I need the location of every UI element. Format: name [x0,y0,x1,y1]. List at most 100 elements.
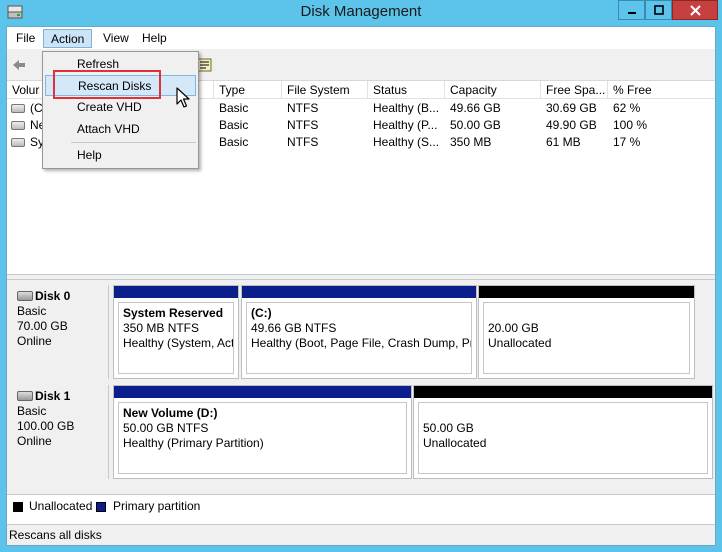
partition-disk1-unallocated[interactable]: 50.00 GB Unallocated [413,385,713,479]
partition-body: (C:) 49.66 GB NTFS Healthy (Boot, Page F… [246,302,472,374]
title-bar: Disk Management [0,0,722,26]
volume-type: Basic [219,118,249,132]
menu-help[interactable]: Help [135,29,174,48]
column-header-capacity[interactable]: Capacity [445,81,541,99]
column-header-file-system[interactable]: File System [282,81,368,99]
legend-unallocated-swatch [13,502,23,512]
column-header-free-space[interactable]: Free Spa... [541,81,608,99]
volume-percent-free: 62 % [613,101,641,115]
volume-file-system: NTFS [287,101,319,115]
disk-size: 100.00 GB [17,419,75,433]
volume-percent-free: 17 % [613,135,641,149]
menu-item-help[interactable]: Help [45,145,196,166]
volume-status: Healthy (S... [373,135,440,149]
partition-body: 50.00 GB Unallocated [418,402,708,474]
menu-file[interactable]: File [9,29,42,48]
partition-disk0-unallocated[interactable]: 20.00 GB Unallocated [478,285,695,379]
volume-icon [11,121,25,130]
partition-status: Healthy (Primary Partition) [123,436,264,450]
partition-status: Healthy (Boot, Page File, Crash Dump, Pr… [251,336,472,350]
close-icon [689,4,701,16]
menu-bar: File Action View Help [7,27,715,49]
partition-body: System Reserved 350 MB NTFS Healthy (Sys… [118,302,234,374]
maximize-button[interactable] [645,0,672,20]
legend-unallocated-label: Unallocated [29,499,93,513]
disk-type: Basic [17,404,47,418]
volume-free-space: 30.69 GB [546,101,597,115]
disk-icon [17,291,33,301]
disk-type: Basic [17,304,47,318]
volume-type: Basic [219,135,249,149]
volume-percent-free: 100 % [613,118,648,132]
volume-capacity: 50.00 GB [450,118,501,132]
mouse-pointer-icon [176,87,190,108]
minimize-button[interactable] [618,0,645,20]
partition-status: Healthy (System, Acti [123,336,234,350]
menu-item-attach-vhd[interactable]: Attach VHD [45,119,196,140]
partition-name: System Reserved [123,306,224,320]
partition-size: 49.66 GB NTFS [251,321,337,335]
maximize-icon [653,5,664,15]
legend-primary-swatch [96,502,106,512]
disk-graphical-view: Disk 0 Basic 70.00 GB Online System Rese… [7,280,715,494]
window-title: Disk Management [300,3,422,20]
back-arrow-icon[interactable] [11,57,27,73]
partition-bar [414,386,712,398]
status-text: Rescans all disks [9,528,102,542]
partition-system-reserved[interactable]: System Reserved 350 MB NTFS Healthy (Sys… [113,285,239,379]
volume-icon [11,104,25,113]
partition-size: 50.00 GB [423,421,474,435]
disk-0-row: Disk 0 Basic 70.00 GB Online System Rese… [7,285,715,379]
column-header-status[interactable]: Status [368,81,445,99]
volume-icon [11,138,25,147]
disk-name: Disk 1 [35,389,71,403]
disk-1-label[interactable]: Disk 1 Basic 100.00 GB Online [9,385,109,479]
partition-size: 350 MB NTFS [123,321,200,335]
partition-body: 20.00 GB Unallocated [483,302,690,374]
minimize-icon [627,12,636,14]
menu-item-create-vhd[interactable]: Create VHD [45,97,196,118]
partition-new-volume-d[interactable]: New Volume (D:) 50.00 GB NTFS Healthy (P… [113,385,412,479]
disk-name: Disk 0 [35,289,71,303]
partition-bar [479,286,694,298]
partition-bar [114,286,238,298]
partition-name [423,406,703,421]
disk-state: Online [17,334,52,348]
volume-capacity: 350 MB [450,135,492,149]
volume-free-space: 61 MB [546,135,581,149]
menu-action[interactable]: Action [43,29,93,48]
disk-1-row: Disk 1 Basic 100.00 GB Online New Volume… [7,385,715,479]
properties-icon[interactable] [197,57,213,73]
partition-c-drive[interactable]: (C:) 49.66 GB NTFS Healthy (Boot, Page F… [241,285,477,379]
legend-primary-label: Primary partition [113,499,201,513]
volume-status: Healthy (P... [373,118,438,132]
menu-separator [71,142,196,143]
partition-bar [114,386,411,398]
disk-state: Online [17,434,52,448]
partition-body: New Volume (D:) 50.00 GB NTFS Healthy (P… [118,402,407,474]
partition-name: (C:) [251,306,272,320]
volume-capacity: 49.66 GB [450,101,501,115]
volume-type: Basic [219,101,249,115]
menu-view[interactable]: View [96,29,136,48]
close-button[interactable] [672,0,718,20]
status-bar: Rescans all disks [7,524,715,545]
highlight-annotation [53,70,161,99]
partition-size: 20.00 GB [488,321,539,335]
volume-free-space: 49.90 GB [546,118,597,132]
column-header-type[interactable]: Type [214,81,282,99]
volume-file-system: NTFS [287,118,319,132]
disk-icon [17,391,33,401]
partition-status: Unallocated [488,336,552,350]
legend: Unallocated Primary partition [7,494,715,518]
disk-management-window: Disk Management File Action View Help Vo… [0,0,722,552]
disk-size: 70.00 GB [17,319,68,333]
partition-bar [242,286,476,298]
volume-status: Healthy (B... [373,101,440,115]
volume-file-system: NTFS [287,135,319,149]
disk-0-label[interactable]: Disk 0 Basic 70.00 GB Online [9,285,109,379]
column-header-percent-free[interactable]: % Free [608,81,715,99]
partition-size: 50.00 GB NTFS [123,421,209,435]
partition-name [488,306,685,321]
partition-status: Unallocated [423,436,487,450]
